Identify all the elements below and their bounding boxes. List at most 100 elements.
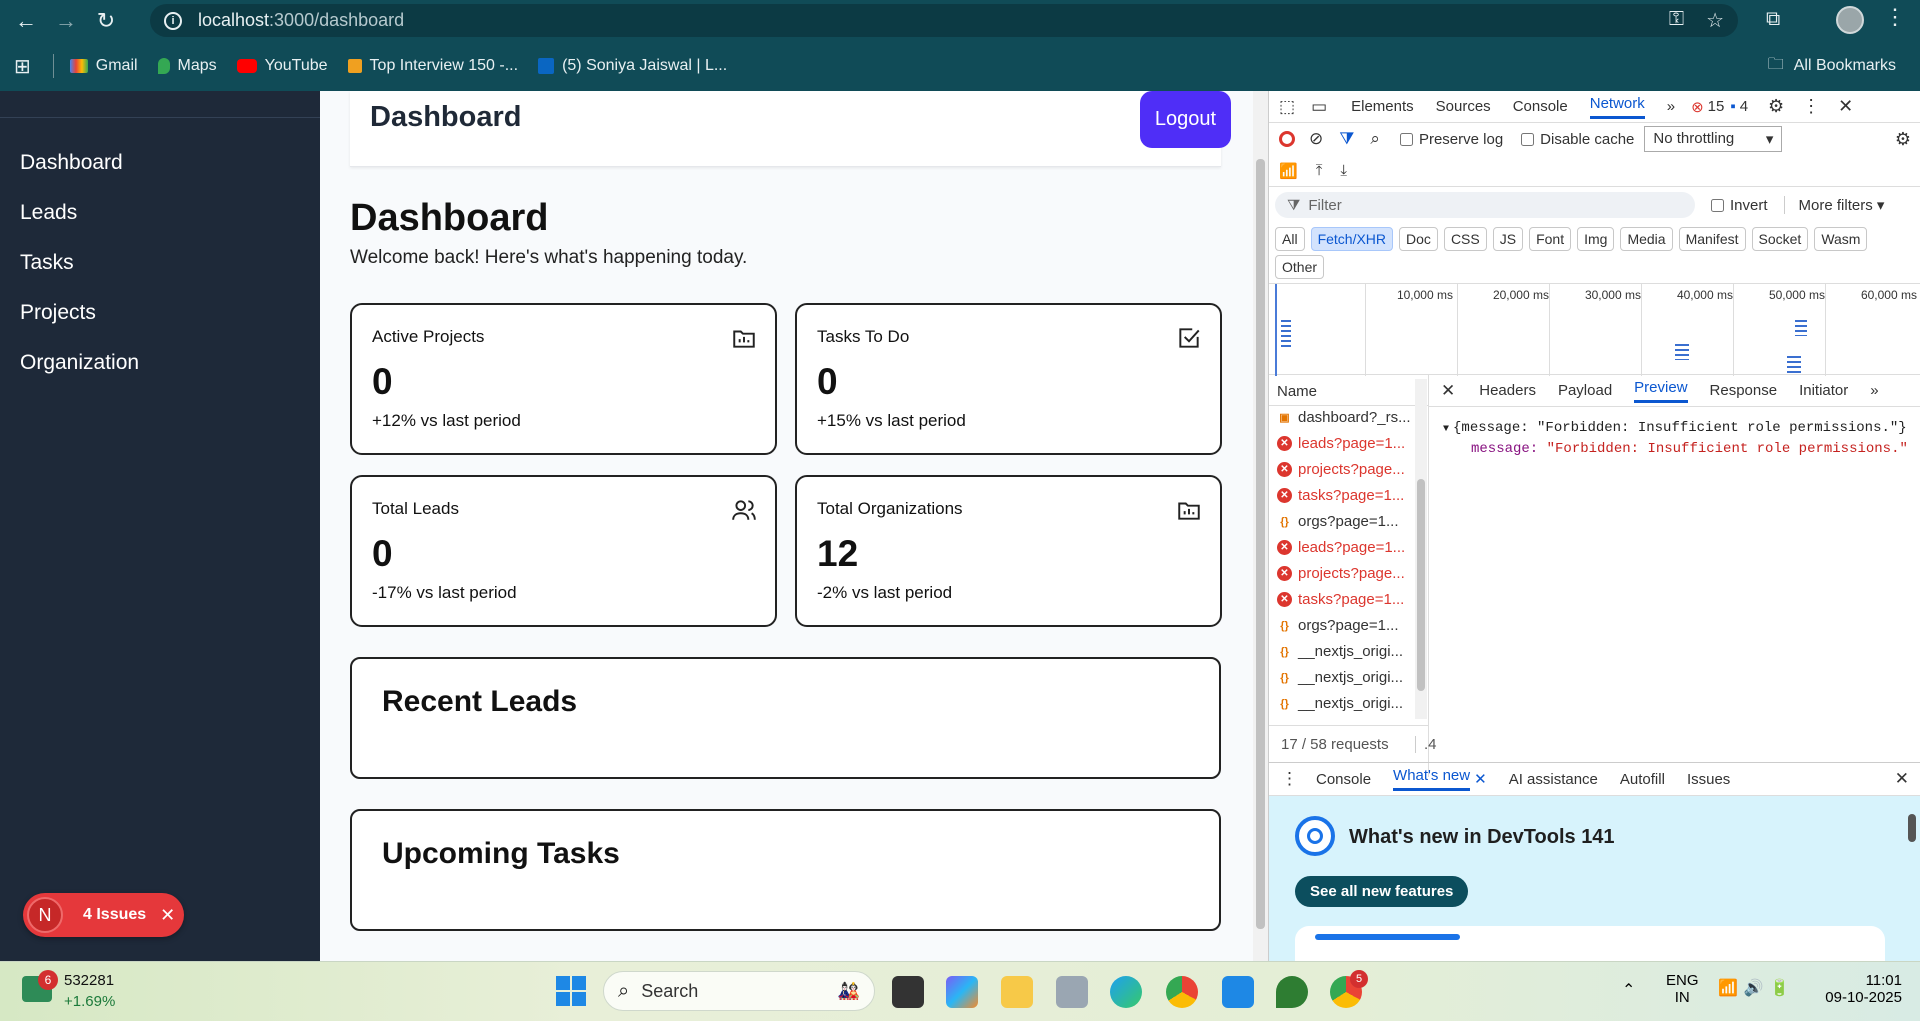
tab-console[interactable]: Console xyxy=(1513,98,1568,115)
drawer-tab-whats-new[interactable]: What's new xyxy=(1393,767,1471,791)
search-icon[interactable]: ⌕ xyxy=(1370,129,1380,149)
clock[interactable]: 11:01 09-10-2025 xyxy=(1818,972,1902,1006)
request-row[interactable]: ✕ projects?page... xyxy=(1277,565,1405,582)
name-column-header[interactable]: Name xyxy=(1277,383,1317,400)
language-indicator[interactable]: ENG IN xyxy=(1666,972,1699,1006)
chrome-menu-icon[interactable]: ⋮ xyxy=(1884,4,1906,30)
filter-chip-css[interactable]: CSS xyxy=(1443,227,1487,251)
tab-sources[interactable]: Sources xyxy=(1436,98,1491,115)
profile-avatar[interactable] xyxy=(1836,6,1864,34)
edge-icon[interactable] xyxy=(1110,976,1142,1008)
drawer-tab-autofill[interactable]: Autofill xyxy=(1620,771,1665,788)
scrollbar-thumb[interactable] xyxy=(1417,479,1425,691)
invert-checkbox[interactable] xyxy=(1711,198,1724,212)
request-row[interactable]: ✕ tasks?page=1... xyxy=(1277,487,1404,504)
record-icon[interactable] xyxy=(1279,131,1295,147)
bookmark-youtube[interactable]: YouTube xyxy=(236,57,328,75)
close-icon[interactable]: ✕ xyxy=(160,905,175,926)
logout-button[interactable]: Logout xyxy=(1140,91,1231,148)
see-all-features-button[interactable]: See all new features xyxy=(1295,876,1469,907)
export-har-icon[interactable]: ⤓ xyxy=(1340,162,1347,179)
filter-chip-fetch-xhr[interactable]: Fetch/XHR xyxy=(1310,227,1394,251)
tab-network[interactable]: Network xyxy=(1589,95,1645,119)
preserve-log-checkbox[interactable] xyxy=(1399,132,1413,146)
chrome-icon[interactable] xyxy=(1166,976,1198,1008)
filter-chip-img[interactable]: Img xyxy=(1577,227,1615,251)
system-tray[interactable]: 📶🔊🔋 xyxy=(1718,978,1796,998)
photos-icon[interactable] xyxy=(1056,976,1088,1008)
expand-triangle-icon[interactable]: ▼ xyxy=(1443,424,1449,435)
request-row[interactable]: {} orgs?page=1... xyxy=(1277,617,1398,634)
clear-icon[interactable]: ⊘ xyxy=(1309,129,1323,149)
drawer-menu-icon[interactable]: ⋮ xyxy=(1281,769,1298,789)
filter-funnel-icon[interactable]: ⧩ xyxy=(1339,129,1354,149)
taskbar-search[interactable]: ⌕ Search 🎎 xyxy=(603,971,875,1011)
settings-gear-icon[interactable]: ⚙ xyxy=(1768,96,1784,117)
reload-icon[interactable]: ↻ xyxy=(92,7,120,35)
filter-chip-js[interactable]: JS xyxy=(1492,227,1524,251)
request-row[interactable]: {} __nextjs_origi... xyxy=(1277,669,1403,686)
back-icon[interactable]: ← xyxy=(12,7,40,35)
filter-chip-wasm[interactable]: Wasm xyxy=(1814,227,1868,251)
tab-response[interactable]: Response xyxy=(1710,382,1778,399)
forward-icon[interactable]: → xyxy=(52,7,80,35)
password-key-icon[interactable]: ⚿ xyxy=(1669,8,1684,33)
filter-chip-media[interactable]: Media xyxy=(1620,227,1673,251)
copilot-icon[interactable] xyxy=(946,976,978,1008)
filter-chip-manifest[interactable]: Manifest xyxy=(1678,227,1746,251)
request-list-scrollbar[interactable] xyxy=(1415,379,1427,719)
tab-preview[interactable]: Preview xyxy=(1634,379,1688,403)
close-tab-icon[interactable]: ✕ xyxy=(1474,770,1487,788)
filter-chip-doc[interactable]: Doc xyxy=(1399,227,1438,251)
more-detail-tabs-icon[interactable]: » xyxy=(1870,382,1878,399)
preview-object[interactable]: ▼ {message: "Forbidden: Insufficient role… xyxy=(1443,420,1907,436)
message-count[interactable]: 4 xyxy=(1740,98,1748,115)
bookmark-linkedin[interactable]: (5) Soniya Jaiswal | L... xyxy=(538,57,727,75)
request-row[interactable]: ✕ leads?page=1... xyxy=(1277,435,1405,452)
bookmark-gmail[interactable]: Gmail xyxy=(69,57,138,75)
page-scrollbar[interactable] xyxy=(1253,91,1268,961)
close-detail-icon[interactable]: ✕ xyxy=(1441,381,1455,401)
sidebar-item-organization[interactable]: Organization xyxy=(20,351,139,375)
filter-chip-font[interactable]: Font xyxy=(1529,227,1572,251)
import-har-icon[interactable]: ⤒ xyxy=(1316,162,1323,179)
sidebar-item-projects[interactable]: Projects xyxy=(20,301,96,325)
request-row[interactable]: ✕ leads?page=1... xyxy=(1277,539,1405,556)
disable-cache-checkbox[interactable] xyxy=(1521,132,1535,146)
throttling-select[interactable]: No throttling ▾ xyxy=(1644,126,1783,152)
address-bar[interactable]: i localhost:3000/dashboard ⚿ ☆ xyxy=(150,4,1738,37)
more-tabs-icon[interactable]: » xyxy=(1667,98,1675,115)
drawer-tab-issues[interactable]: Issues xyxy=(1687,771,1730,788)
filter-chip-other[interactable]: Other xyxy=(1275,255,1325,279)
request-row[interactable]: ✕ projects?page... xyxy=(1277,461,1405,478)
file-explorer-icon[interactable] xyxy=(1001,976,1033,1008)
bookmark-maps[interactable]: Maps xyxy=(157,57,217,75)
stock-value[interactable]: 532281 xyxy=(64,972,114,989)
filter-chip-all[interactable]: All xyxy=(1275,227,1305,251)
mongodb-icon[interactable] xyxy=(1276,976,1308,1008)
tab-payload[interactable]: Payload xyxy=(1558,382,1612,399)
close-drawer-icon[interactable]: ✕ xyxy=(1895,769,1909,789)
filter-input[interactable]: ⧩ Filter xyxy=(1275,192,1695,218)
more-filters-dropdown[interactable]: More filters ▾ xyxy=(1783,196,1884,214)
devtools-menu-icon[interactable]: ⋮ xyxy=(1802,96,1820,117)
vscode-icon[interactable] xyxy=(1222,976,1254,1008)
request-row[interactable]: ▣ dashboard?_rs... xyxy=(1277,409,1410,426)
request-row[interactable]: {} __nextjs_origi... xyxy=(1277,643,1403,660)
tab-elements[interactable]: Elements xyxy=(1351,98,1414,115)
show-hidden-icons-icon[interactable]: ⌃ xyxy=(1622,980,1635,1000)
sidebar-item-dashboard[interactable]: Dashboard xyxy=(20,151,123,175)
device-toolbar-icon[interactable]: ▭ xyxy=(1311,97,1327,117)
request-row[interactable]: {} __nextjs_origi... xyxy=(1277,695,1403,712)
network-settings-icon[interactable]: ⚙ xyxy=(1895,129,1911,150)
network-conditions-icon[interactable]: 📶 xyxy=(1279,162,1298,180)
close-devtools-icon[interactable]: ✕ xyxy=(1838,96,1853,117)
scrollbar-thumb[interactable] xyxy=(1256,159,1265,929)
tab-initiator[interactable]: Initiator xyxy=(1799,382,1848,399)
apps-grid-icon[interactable]: ⊞ xyxy=(14,54,31,79)
all-bookmarks-button[interactable]: 🗀 All Bookmarks xyxy=(1768,53,1896,80)
request-row[interactable]: {} orgs?page=1... xyxy=(1277,513,1398,530)
network-timeline[interactable]: 10,000 ms 20,000 ms 30,000 ms 40,000 ms … xyxy=(1269,283,1920,376)
drawer-scrollbar[interactable] xyxy=(1905,796,1919,961)
drawer-tab-ai-assistance[interactable]: AI assistance xyxy=(1509,771,1598,788)
